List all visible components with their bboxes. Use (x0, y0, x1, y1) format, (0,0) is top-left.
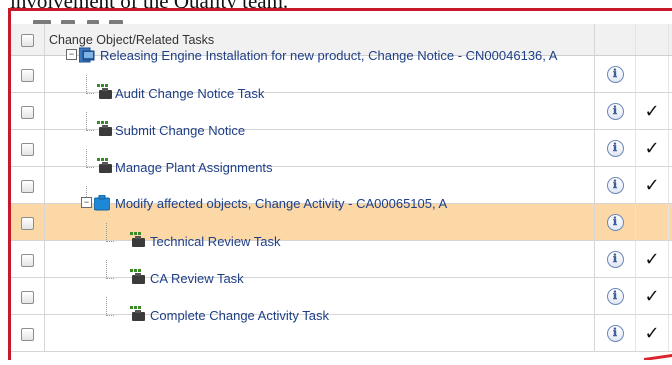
collapse-toggle-icon[interactable]: − (81, 197, 92, 208)
row-checkbox[interactable] (21, 179, 34, 193)
row-checkbox[interactable] (21, 216, 34, 230)
tasks-table: Change Object/Related Tasks A − Releasin… (11, 24, 672, 352)
check-icon: ✓ (644, 285, 660, 307)
row-status (668, 55, 672, 93)
check-icon: ✓ (644, 174, 660, 196)
info-icon[interactable]: ℹ (606, 103, 624, 120)
row-status: F (668, 240, 672, 278)
tree-connector (86, 149, 87, 166)
row-label[interactable]: Complete Change Activity Task (150, 308, 329, 323)
row-status (668, 203, 672, 241)
frame-accent (644, 354, 672, 360)
tree-connector (86, 167, 94, 168)
check-icon: ✓ (644, 322, 660, 344)
row-checkbox[interactable] (21, 105, 34, 119)
task-icon (130, 269, 145, 284)
info-icon[interactable]: ℹ (606, 325, 624, 342)
tree-connector (86, 93, 94, 94)
tree-connector (106, 297, 107, 314)
tree-connector (106, 223, 107, 240)
row-status: A (668, 92, 672, 130)
row-label[interactable]: Submit Change Notice (115, 123, 245, 138)
change-notice-icon (79, 47, 95, 63)
row-checkbox[interactable] (21, 327, 34, 341)
row-label[interactable]: Technical Review Task (150, 234, 281, 249)
tree-connector (86, 186, 87, 197)
table-row: Technical Review Task ℹ ✓ F (11, 223, 672, 278)
row-label[interactable]: CA Review Task (150, 271, 244, 286)
tree-connector (86, 112, 87, 129)
row-status: F (668, 277, 672, 315)
info-icon[interactable]: ℹ (606, 140, 624, 157)
tree-connector (106, 260, 107, 277)
column-header-a[interactable]: A (668, 24, 672, 56)
task-icon (97, 84, 112, 99)
info-icon[interactable]: ℹ (606, 288, 624, 305)
table-row-selected: − Modify affected objects, Change Activi… (11, 186, 672, 241)
tree-connector (86, 130, 94, 131)
task-icon (97, 158, 112, 173)
tree-connector (106, 315, 114, 316)
row-status: F (668, 129, 672, 167)
column-header-info[interactable] (594, 24, 636, 56)
check-icon: ✓ (644, 137, 660, 159)
row-label[interactable]: Manage Plant Assignments (115, 160, 273, 175)
task-icon (130, 306, 145, 321)
table-row: CA Review Task ℹ ✓ F (11, 260, 672, 315)
row-checkbox[interactable] (21, 253, 34, 267)
check-icon: ✓ (644, 100, 660, 122)
select-all-checkbox[interactable] (21, 33, 34, 47)
info-icon[interactable]: ℹ (606, 214, 624, 231)
tree-connector (106, 278, 114, 279)
tree-connector (86, 75, 87, 92)
change-activity-icon (94, 195, 110, 211)
row-status: F (668, 166, 672, 204)
tree-connector (106, 241, 114, 242)
column-header-check[interactable] (635, 24, 669, 56)
check-icon: ✓ (644, 248, 660, 270)
task-icon (97, 121, 112, 136)
row-label[interactable]: Releasing Engine Installation for new pr… (100, 48, 557, 63)
row-label[interactable]: Audit Change Notice Task (115, 86, 264, 101)
row-label[interactable]: Modify affected objects, Change Activity… (115, 196, 447, 211)
row-status: F (668, 314, 672, 352)
collapse-toggle-icon[interactable]: − (66, 49, 77, 60)
row-checkbox[interactable] (21, 142, 34, 156)
change-tasks-panel: Change Object/Related Tasks A − Releasin… (8, 8, 672, 360)
info-icon[interactable]: ℹ (606, 66, 624, 83)
row-checkbox[interactable] (21, 68, 34, 82)
row-checkbox[interactable] (21, 290, 34, 304)
info-icon[interactable]: ℹ (606, 251, 624, 268)
info-icon[interactable]: ℹ (606, 177, 624, 194)
table-row: Complete Change Activity Task ℹ ✓ F (11, 297, 672, 352)
task-icon (130, 232, 145, 247)
